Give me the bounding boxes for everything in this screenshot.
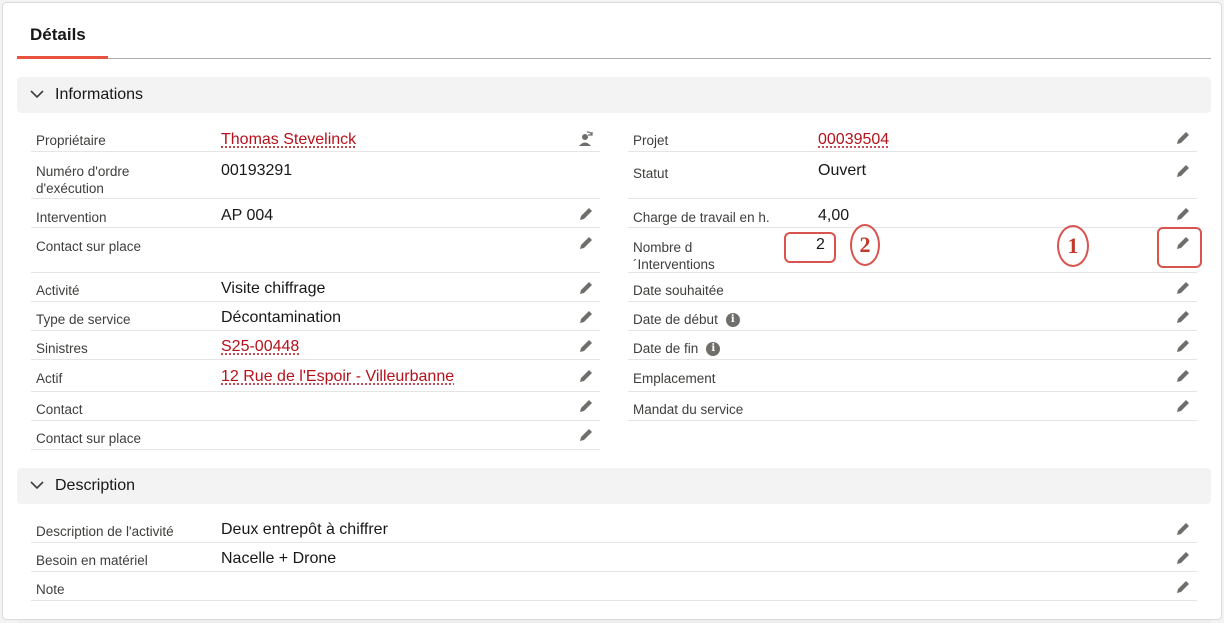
field-label: Mandat du service: [633, 401, 743, 418]
field-row-project: Projet 00039504: [628, 123, 1197, 152]
field-row-owner: Propriétaire Thomas Stevelinck: [31, 123, 600, 152]
field-row-workload: Charge de travail en h. 4,00: [628, 199, 1197, 228]
field-row-site-contact: Contact sur place: [31, 228, 600, 273]
field-label: Besoin en matériel: [36, 552, 148, 569]
field-label: Activité: [36, 282, 80, 299]
field-label: Sinistres: [36, 340, 88, 357]
field-label: Emplacement: [633, 370, 716, 387]
project-link[interactable]: 00039504: [818, 131, 889, 149]
intervention-value: AP 004: [221, 207, 273, 225]
field-row-asset: Actif 12 Rue de l'Espoir - Villeurbanne: [31, 360, 600, 392]
field-label: Description de l'activité: [36, 523, 174, 540]
field-label: Nombre d ´Interventions: [633, 239, 743, 273]
field-row-intervention-count: Nombre d ´Interventions 2: [628, 228, 1197, 273]
annotation-marker-2: 2: [850, 224, 880, 266]
field-label: Statut: [633, 165, 668, 182]
section-header-informations[interactable]: Informations: [17, 77, 1211, 113]
field-row-contact: Contact: [31, 392, 600, 421]
section-title: Description: [55, 477, 135, 495]
field-label: Contact sur place: [36, 238, 141, 255]
field-row-status: Statut Ouvert: [628, 152, 1197, 199]
field-row-start-date: Date de début i: [628, 302, 1197, 331]
edit-icon[interactable]: [1174, 397, 1192, 415]
edit-icon[interactable]: [577, 234, 595, 252]
activity-description-value: Deux entrepôt à chiffrer: [221, 521, 388, 539]
field-label: Contact sur place: [36, 430, 141, 447]
field-label: Actif: [36, 370, 62, 387]
info-icon[interactable]: i: [706, 342, 720, 356]
service-type-value: Décontamination: [221, 309, 341, 327]
workload-value: 4,00: [818, 207, 849, 225]
edit-icon[interactable]: [1174, 337, 1192, 355]
field-label: Projet: [633, 132, 668, 149]
owner-link[interactable]: Thomas Stevelinck: [221, 131, 356, 149]
edit-icon[interactable]: [1174, 308, 1192, 326]
field-label: Intervention: [36, 209, 107, 226]
edit-icon[interactable]: [1174, 578, 1192, 596]
field-label: Contact: [36, 401, 83, 418]
claims-link[interactable]: S25-00448: [221, 338, 299, 356]
field-row-activity-description: Description de l'activité Deux entrepôt …: [31, 514, 1197, 543]
edit-icon[interactable]: [1174, 367, 1192, 385]
chevron-down-icon: [29, 86, 45, 102]
edit-icon[interactable]: [1174, 162, 1192, 180]
field-row-site-contact-2: Contact sur place: [31, 421, 600, 450]
tab-bar: Détails: [17, 3, 1211, 59]
field-row-intervention: Intervention AP 004: [31, 199, 600, 228]
edit-icon[interactable]: [1174, 129, 1192, 147]
activity-value: Visite chiffrage: [221, 280, 325, 298]
edit-icon[interactable]: [577, 367, 595, 385]
annotation-marker-1: 1: [1057, 225, 1089, 267]
field-row-note: Note: [31, 572, 1197, 601]
field-label: Note: [36, 581, 65, 598]
field-row-service-type: Type de service Décontamination: [31, 302, 600, 331]
field-label: Date de fin i: [633, 340, 720, 357]
chevron-down-icon: [29, 477, 45, 493]
field-row-activity: Activité Visite chiffrage: [31, 273, 600, 302]
edit-icon[interactable]: [577, 205, 595, 223]
info-icon[interactable]: i: [726, 313, 740, 327]
edit-icon[interactable]: [577, 397, 595, 415]
asset-link[interactable]: 12 Rue de l'Espoir - Villeurbanne: [221, 368, 454, 386]
change-owner-icon[interactable]: [577, 131, 595, 149]
annotation-box-edit: [1157, 227, 1202, 268]
field-row-service-mandate: Mandat du service: [628, 392, 1197, 421]
field-label: Numéro d'ordre d'exécution: [36, 163, 186, 197]
edit-icon[interactable]: [1174, 279, 1192, 297]
field-label: Charge de travail en h.: [633, 209, 770, 226]
edit-icon[interactable]: [577, 337, 595, 355]
field-label: Date de début i: [633, 311, 740, 328]
field-label: Date souhaitée: [633, 282, 724, 299]
field-label: Type de service: [36, 311, 131, 328]
field-row-equipment-need: Besoin en matériel Nacelle + Drone: [31, 543, 1197, 572]
field-label: Propriétaire: [36, 132, 106, 149]
section-title: Informations: [55, 86, 143, 104]
order-number-value: 00193291: [221, 162, 292, 180]
equipment-need-value: Nacelle + Drone: [221, 550, 336, 568]
field-row-desired-date: Date souhaitée: [628, 273, 1197, 302]
field-row-order-number: Numéro d'ordre d'exécution 00193291: [31, 152, 600, 199]
annotation-box-value: [784, 232, 836, 263]
edit-icon[interactable]: [1174, 520, 1192, 538]
details-card: Détails Informations Propriétaire Thomas…: [2, 2, 1222, 620]
section-header-description[interactable]: Description: [17, 468, 1211, 504]
field-row-location: Emplacement: [628, 360, 1197, 392]
edit-icon[interactable]: [577, 279, 595, 297]
edit-icon[interactable]: [577, 426, 595, 444]
edit-icon[interactable]: [1174, 549, 1192, 567]
field-row-claims: Sinistres S25-00448: [31, 331, 600, 360]
status-value: Ouvert: [818, 162, 866, 180]
field-row-end-date: Date de fin i: [628, 331, 1197, 360]
edit-icon[interactable]: [577, 308, 595, 326]
edit-icon[interactable]: [1174, 205, 1192, 223]
tab-details[interactable]: Détails: [17, 3, 108, 59]
